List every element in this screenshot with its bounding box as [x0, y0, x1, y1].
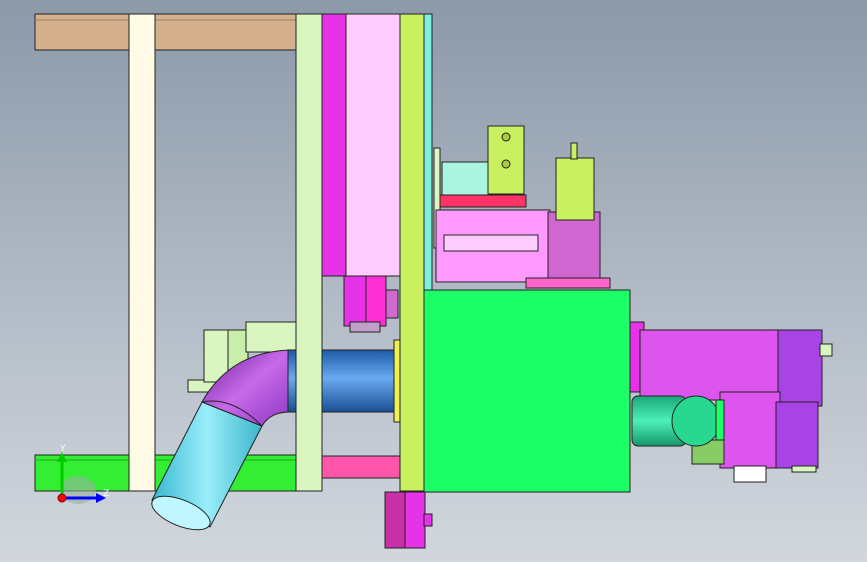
- thin-cyan-strip: [423, 13, 433, 305]
- y-axis-label: Y: [59, 444, 66, 454]
- right-gearbox-assembly: [629, 321, 833, 483]
- frame-post-right: [399, 13, 425, 492]
- pipe-assembly: [151, 321, 401, 531]
- pink-plate: [345, 13, 403, 277]
- bottom-magenta-block: [384, 491, 433, 549]
- upper-actuator-assembly: [433, 125, 611, 289]
- magenta-cylinder-block: [343, 275, 399, 333]
- magenta-plate: [321, 13, 349, 277]
- top-wood-beam: [34, 13, 298, 51]
- cad-viewport[interactable]: Y Z: [0, 0, 867, 562]
- lower-pink-rail: [319, 455, 403, 479]
- triad-origin: [57, 493, 67, 503]
- z-axis-label: Z: [103, 489, 109, 499]
- main-green-housing: [423, 289, 631, 493]
- frame-post-middle: [295, 13, 323, 492]
- frame-post-left: [128, 13, 156, 492]
